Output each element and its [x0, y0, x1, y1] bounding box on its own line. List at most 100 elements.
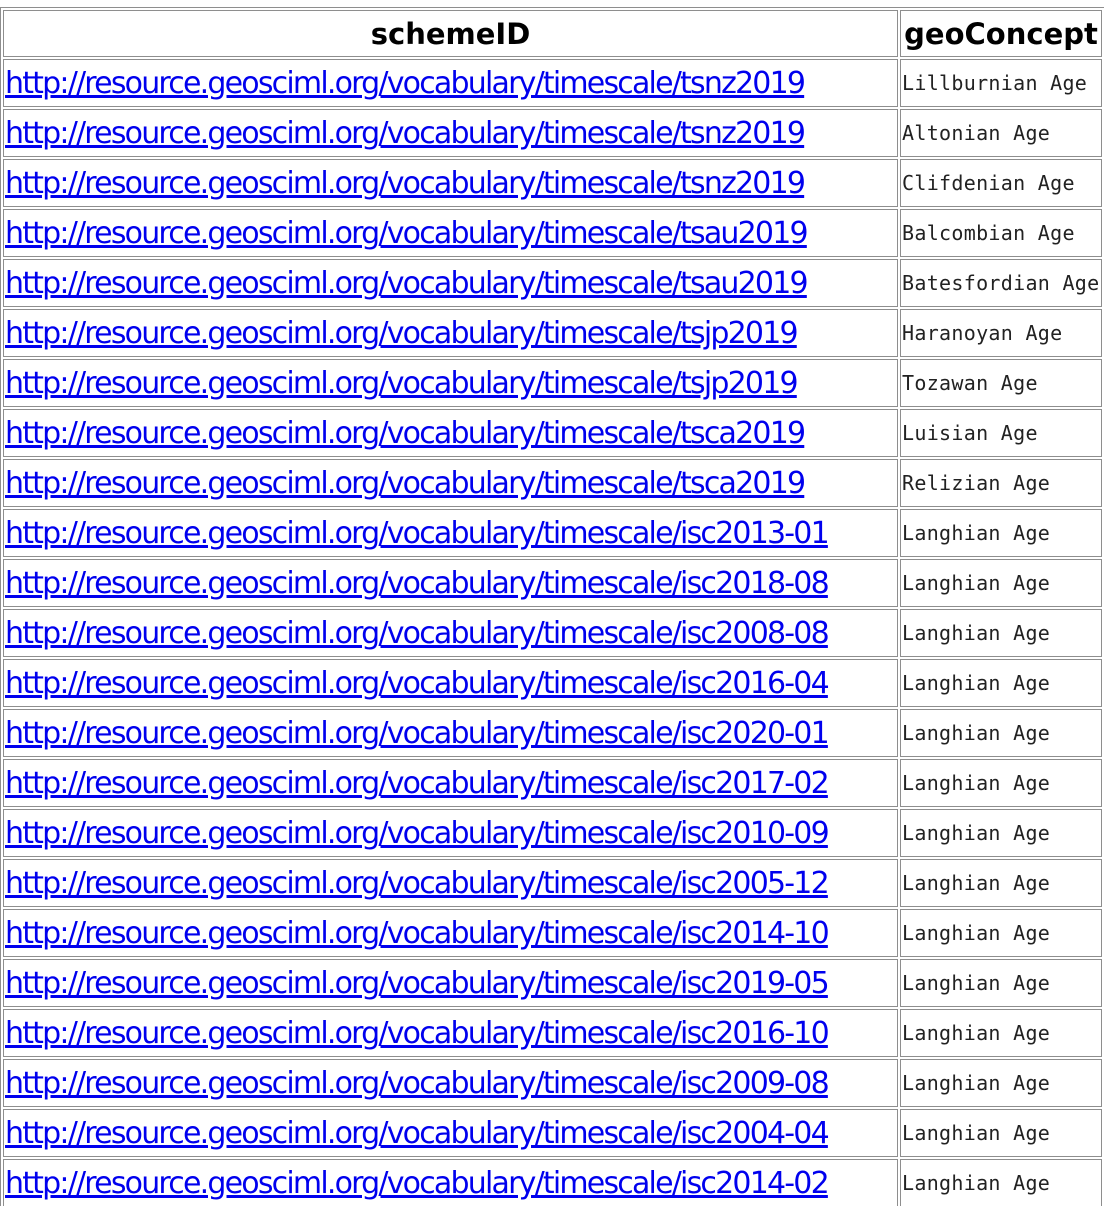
scheme-id-cell: http://resource.geosciml.org/vocabulary/…	[3, 659, 899, 707]
scheme-id-link[interactable]: http://resource.geosciml.org/vocabulary/…	[5, 66, 806, 101]
scheme-id-link[interactable]: http://resource.geosciml.org/vocabulary/…	[5, 1166, 830, 1201]
table-row: http://resource.geosciml.org/vocabulary/…	[3, 259, 1102, 307]
scheme-id-link[interactable]: http://resource.geosciml.org/vocabulary/…	[5, 766, 830, 801]
scheme-id-link[interactable]: http://resource.geosciml.org/vocabulary/…	[5, 1016, 830, 1051]
geo-concept-cell: Langhian Age	[900, 959, 1102, 1007]
table-row: http://resource.geosciml.org/vocabulary/…	[3, 1159, 1102, 1206]
geo-concept-text: Langhian Age	[902, 1071, 1051, 1095]
geo-concept-cell: Relizian Age	[900, 459, 1102, 507]
geo-concept-cell: Langhian Age	[900, 1009, 1102, 1057]
geo-concept-text: Tozawan Age	[902, 371, 1038, 395]
scheme-id-cell: http://resource.geosciml.org/vocabulary/…	[3, 509, 899, 557]
table-row: http://resource.geosciml.org/vocabulary/…	[3, 759, 1102, 807]
geo-concept-text: Langhian Age	[902, 771, 1051, 795]
scheme-id-cell: http://resource.geosciml.org/vocabulary/…	[3, 159, 899, 207]
scheme-id-cell: http://resource.geosciml.org/vocabulary/…	[3, 759, 899, 807]
scheme-id-link[interactable]: http://resource.geosciml.org/vocabulary/…	[5, 916, 830, 951]
table-row: http://resource.geosciml.org/vocabulary/…	[3, 809, 1102, 857]
scheme-id-cell: http://resource.geosciml.org/vocabulary/…	[3, 1109, 899, 1157]
geo-concept-cell: Altonian Age	[900, 109, 1102, 157]
scheme-id-link[interactable]: http://resource.geosciml.org/vocabulary/…	[5, 566, 830, 601]
table-row: http://resource.geosciml.org/vocabulary/…	[3, 609, 1102, 657]
geo-concept-cell: Langhian Age	[900, 859, 1102, 907]
table-row: http://resource.geosciml.org/vocabulary/…	[3, 59, 1102, 107]
geo-concept-cell: Langhian Age	[900, 909, 1102, 957]
geo-concept-cell: Langhian Age	[900, 609, 1102, 657]
scheme-id-link[interactable]: http://resource.geosciml.org/vocabulary/…	[5, 416, 806, 451]
geo-concept-cell: Lillburnian Age	[900, 59, 1102, 107]
geo-concept-text: Langhian Age	[902, 821, 1051, 845]
geo-concept-text: Haranoyan Age	[902, 321, 1063, 345]
scheme-id-cell: http://resource.geosciml.org/vocabulary/…	[3, 959, 899, 1007]
geo-concept-text: Langhian Age	[902, 921, 1051, 945]
table-row: http://resource.geosciml.org/vocabulary/…	[3, 409, 1102, 457]
geo-concept-text: Langhian Age	[902, 721, 1051, 745]
geo-concept-cell: Langhian Age	[900, 659, 1102, 707]
geo-concept-text: Batesfordian Age	[902, 271, 1100, 295]
table-row: http://resource.geosciml.org/vocabulary/…	[3, 709, 1102, 757]
scheme-id-cell: http://resource.geosciml.org/vocabulary/…	[3, 409, 899, 457]
geo-concept-text: Relizian Age	[902, 471, 1051, 495]
geo-concept-cell: Langhian Age	[900, 1109, 1102, 1157]
table-row: http://resource.geosciml.org/vocabulary/…	[3, 859, 1102, 907]
column-header-geo-concept: geoConcept	[900, 10, 1102, 57]
scheme-id-link[interactable]: http://resource.geosciml.org/vocabulary/…	[5, 866, 830, 901]
geo-concept-text: Langhian Age	[902, 971, 1051, 995]
table-body: http://resource.geosciml.org/vocabulary/…	[3, 59, 1102, 1206]
geo-concept-text: Lillburnian Age	[902, 71, 1088, 95]
geo-concept-cell: Balcombian Age	[900, 209, 1102, 257]
scheme-id-link[interactable]: http://resource.geosciml.org/vocabulary/…	[5, 366, 799, 401]
scheme-id-link[interactable]: http://resource.geosciml.org/vocabulary/…	[5, 816, 830, 851]
scheme-id-link[interactable]: http://resource.geosciml.org/vocabulary/…	[5, 116, 806, 151]
table-row: http://resource.geosciml.org/vocabulary/…	[3, 1009, 1102, 1057]
table-row: http://resource.geosciml.org/vocabulary/…	[3, 359, 1102, 407]
geo-concept-text: Langhian Age	[902, 521, 1051, 545]
scheme-id-cell: http://resource.geosciml.org/vocabulary/…	[3, 1009, 899, 1057]
geo-concept-text: Balcombian Age	[902, 221, 1075, 245]
scheme-id-link[interactable]: http://resource.geosciml.org/vocabulary/…	[5, 466, 806, 501]
geo-concept-text: Altonian Age	[902, 121, 1051, 145]
header-row: schemeID geoConcept	[3, 10, 1102, 57]
table-row: http://resource.geosciml.org/vocabulary/…	[3, 159, 1102, 207]
scheme-id-link[interactable]: http://resource.geosciml.org/vocabulary/…	[5, 1116, 830, 1151]
table-row: http://resource.geosciml.org/vocabulary/…	[3, 909, 1102, 957]
table-row: http://resource.geosciml.org/vocabulary/…	[3, 459, 1102, 507]
table-row: http://resource.geosciml.org/vocabulary/…	[3, 109, 1102, 157]
scheme-id-cell: http://resource.geosciml.org/vocabulary/…	[3, 459, 899, 507]
geo-concept-text: Langhian Age	[902, 1021, 1051, 1045]
table-header: schemeID geoConcept	[3, 10, 1102, 57]
table-row: http://resource.geosciml.org/vocabulary/…	[3, 309, 1102, 357]
geo-concept-text: Langhian Age	[902, 671, 1051, 695]
scheme-id-link[interactable]: http://resource.geosciml.org/vocabulary/…	[5, 666, 830, 701]
table-row: http://resource.geosciml.org/vocabulary/…	[3, 959, 1102, 1007]
results-table: schemeID geoConcept http://resource.geos…	[0, 7, 1104, 1206]
scheme-id-cell: http://resource.geosciml.org/vocabulary/…	[3, 259, 899, 307]
scheme-id-link[interactable]: http://resource.geosciml.org/vocabulary/…	[5, 216, 809, 251]
scheme-id-link[interactable]: http://resource.geosciml.org/vocabulary/…	[5, 266, 809, 301]
scheme-id-cell: http://resource.geosciml.org/vocabulary/…	[3, 809, 899, 857]
scheme-id-link[interactable]: http://resource.geosciml.org/vocabulary/…	[5, 966, 830, 1001]
geo-concept-text: Langhian Age	[902, 1171, 1051, 1195]
scheme-id-cell: http://resource.geosciml.org/vocabulary/…	[3, 109, 899, 157]
scheme-id-link[interactable]: http://resource.geosciml.org/vocabulary/…	[5, 166, 806, 201]
geo-concept-cell: Langhian Age	[900, 759, 1102, 807]
scheme-id-link[interactable]: http://resource.geosciml.org/vocabulary/…	[5, 1066, 830, 1101]
scheme-id-link[interactable]: http://resource.geosciml.org/vocabulary/…	[5, 716, 830, 751]
geo-concept-cell: Langhian Age	[900, 809, 1102, 857]
geo-concept-cell: Langhian Age	[900, 1059, 1102, 1107]
table-row: http://resource.geosciml.org/vocabulary/…	[3, 1109, 1102, 1157]
scheme-id-cell: http://resource.geosciml.org/vocabulary/…	[3, 709, 899, 757]
scheme-id-link[interactable]: http://resource.geosciml.org/vocabulary/…	[5, 516, 830, 551]
geo-concept-cell: Tozawan Age	[900, 359, 1102, 407]
geo-concept-cell: Batesfordian Age	[900, 259, 1102, 307]
table-row: http://resource.geosciml.org/vocabulary/…	[3, 509, 1102, 557]
scheme-id-link[interactable]: http://resource.geosciml.org/vocabulary/…	[5, 616, 830, 651]
scheme-id-cell: http://resource.geosciml.org/vocabulary/…	[3, 559, 899, 607]
table-row: http://resource.geosciml.org/vocabulary/…	[3, 659, 1102, 707]
scheme-id-cell: http://resource.geosciml.org/vocabulary/…	[3, 359, 899, 407]
scheme-id-cell: http://resource.geosciml.org/vocabulary/…	[3, 59, 899, 107]
geo-concept-cell: Clifdenian Age	[900, 159, 1102, 207]
scheme-id-cell: http://resource.geosciml.org/vocabulary/…	[3, 1059, 899, 1107]
scheme-id-link[interactable]: http://resource.geosciml.org/vocabulary/…	[5, 316, 799, 351]
geo-concept-cell: Langhian Age	[900, 709, 1102, 757]
